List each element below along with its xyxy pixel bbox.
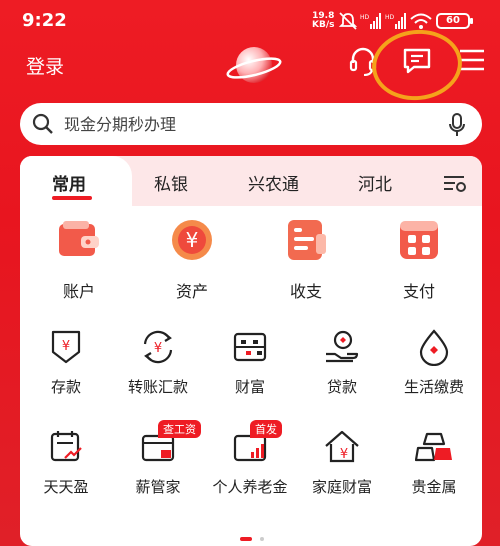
search-bar[interactable] bbox=[20, 103, 482, 145]
wallet-icon bbox=[59, 221, 99, 256]
quick-action-account[interactable]: 账户 bbox=[33, 216, 125, 302]
qr-pay-icon bbox=[400, 221, 438, 259]
tab-private-banking[interactable]: 私银 bbox=[154, 170, 188, 195]
status-time: 9:22 bbox=[22, 10, 67, 31]
gold-bars-icon bbox=[415, 432, 452, 462]
mute-bell-icon bbox=[338, 12, 358, 30]
wealth-abacus-icon bbox=[233, 332, 267, 362]
quick-action-label: 支付 bbox=[402, 282, 435, 301]
login-link[interactable]: 登录 bbox=[26, 52, 64, 79]
signal-hd-icon: HD bbox=[360, 13, 381, 29]
service-label: 存款 bbox=[50, 378, 81, 396]
active-tab-indicator bbox=[52, 196, 92, 200]
service-tiantianying[interactable]: 天天盈 bbox=[20, 428, 112, 497]
service-card: 常用 私银 兴农通 河北 账户 ¥ 资产 收支 支付 ¥ 存款 ¥ 转账汇款 财… bbox=[20, 156, 482, 546]
quick-action-payment[interactable]: 支付 bbox=[373, 216, 465, 302]
service-deposit[interactable]: ¥ 存款 bbox=[20, 328, 112, 397]
microphone-icon[interactable] bbox=[448, 113, 466, 137]
svg-text:HD: HD bbox=[360, 14, 370, 21]
svg-text:HD: HD bbox=[385, 14, 395, 21]
tab-settings-icon[interactable] bbox=[443, 174, 467, 192]
service-label: 家庭财富 bbox=[311, 478, 372, 496]
service-label: 薪管家 bbox=[135, 478, 181, 496]
tab-xingnongtong[interactable]: 兴农通 bbox=[248, 170, 299, 195]
svg-text:¥: ¥ bbox=[186, 228, 199, 252]
tab-hebei[interactable]: 河北 bbox=[358, 170, 392, 195]
pension-badge: 首发 bbox=[250, 420, 282, 438]
quick-action-label: 收支 bbox=[289, 282, 322, 301]
tab-common[interactable]: 常用 bbox=[52, 170, 86, 195]
service-label: 生活缴费 bbox=[403, 378, 464, 396]
tab-bar: 常用 私银 兴农通 河北 bbox=[20, 156, 482, 206]
service-label: 贷款 bbox=[326, 378, 357, 396]
loan-hand-icon bbox=[326, 330, 359, 363]
service-label: 个人养老金 bbox=[212, 478, 288, 496]
menu-icon[interactable] bbox=[458, 46, 486, 74]
transfer-icon: ¥ bbox=[143, 330, 173, 364]
service-label: 财富 bbox=[234, 378, 265, 396]
svg-text:¥: ¥ bbox=[62, 339, 70, 354]
water-drop-icon bbox=[419, 329, 449, 366]
search-icon bbox=[32, 113, 53, 134]
quick-action-label: 资产 bbox=[175, 282, 208, 301]
quick-action-income-expense[interactable]: 收支 bbox=[260, 216, 352, 302]
service-label: 贵金属 bbox=[411, 478, 457, 496]
service-utility-bills[interactable]: 生活缴费 bbox=[388, 328, 480, 397]
deposit-icon: ¥ bbox=[51, 330, 81, 364]
signal-hd-icon-2: HD bbox=[385, 13, 406, 29]
yuan-coin-icon: ¥ bbox=[172, 220, 212, 260]
house-icon: ¥ bbox=[325, 430, 359, 463]
service-salary-manager[interactable]: 查工资 薪管家 bbox=[112, 420, 204, 497]
page-dot bbox=[260, 537, 265, 541]
service-wealth[interactable]: 财富 bbox=[204, 328, 296, 397]
wifi-icon bbox=[410, 13, 432, 29]
service-precious-metals[interactable]: 贵金属 bbox=[388, 428, 480, 497]
service-family-wealth[interactable]: ¥ 家庭财富 bbox=[296, 428, 388, 497]
service-personal-pension[interactable]: 首发 个人养老金 bbox=[204, 420, 296, 497]
network-speed: 19.8 KB/s bbox=[312, 11, 335, 30]
planet-logo-icon[interactable] bbox=[226, 38, 282, 92]
service-label: 转账汇款 bbox=[127, 378, 188, 396]
page-indicator bbox=[240, 526, 267, 545]
svg-text:¥: ¥ bbox=[154, 341, 162, 356]
service-loan[interactable]: 贷款 bbox=[296, 328, 388, 397]
page-dot-active bbox=[240, 537, 252, 541]
ledger-icon bbox=[288, 220, 326, 260]
salary-badge: 查工资 bbox=[158, 420, 201, 438]
service-transfer[interactable]: ¥ 转账汇款 bbox=[112, 328, 204, 397]
search-input[interactable] bbox=[64, 109, 444, 139]
service-label: 天天盈 bbox=[43, 478, 89, 496]
svg-text:¥: ¥ bbox=[340, 447, 348, 462]
quick-action-assets[interactable]: ¥ 资产 bbox=[146, 216, 238, 302]
quick-action-label: 账户 bbox=[62, 282, 95, 301]
battery-indicator: 60 bbox=[436, 13, 473, 29]
calendar-growth-icon bbox=[50, 431, 82, 462]
